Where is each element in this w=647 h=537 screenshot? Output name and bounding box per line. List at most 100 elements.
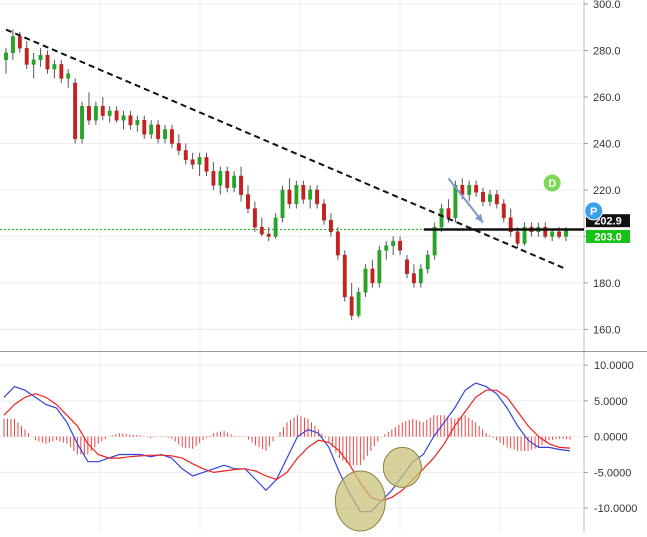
price-tick-label: 160.0 bbox=[593, 324, 621, 336]
candle-body bbox=[301, 185, 306, 200]
candle-body bbox=[398, 240, 403, 251]
candle-body bbox=[411, 273, 416, 284]
candle-body bbox=[280, 189, 285, 219]
candle-body bbox=[259, 226, 264, 235]
candle-body bbox=[266, 233, 271, 237]
candle-body bbox=[10, 36, 15, 54]
candle-body bbox=[45, 54, 50, 70]
candle-body bbox=[550, 231, 555, 237]
candle-body bbox=[322, 203, 326, 221]
candle-body bbox=[169, 129, 174, 144]
macd-y-axis: 10.0000 5.0000 0.0000 -5.0000 -10.0000 bbox=[584, 360, 637, 515]
price-tick-label: 260.0 bbox=[593, 92, 621, 104]
candle-body bbox=[93, 106, 98, 121]
macd-macd-line bbox=[3, 382, 571, 513]
chart-root: 300.0280.0260.0240.0220.0200.0180.0160.0… bbox=[0, 0, 647, 532]
candle-body bbox=[488, 194, 492, 202]
candle-body bbox=[128, 115, 133, 126]
macd-signal-line bbox=[3, 389, 571, 502]
macd-tick-label: -10.0000 bbox=[594, 503, 637, 515]
candle-body bbox=[349, 296, 354, 316]
price-label-text: 203.0 bbox=[594, 231, 622, 243]
chart-svg: 300.0280.0260.0240.0220.0200.0180.0160.0… bbox=[0, 0, 647, 532]
candle-body bbox=[4, 52, 8, 61]
event-marker-label: P bbox=[590, 206, 597, 218]
candle-body bbox=[425, 254, 430, 270]
candle-body bbox=[439, 208, 444, 228]
price-tick-label: 180.0 bbox=[593, 278, 621, 290]
candle-body bbox=[432, 226, 437, 256]
candle-body bbox=[328, 219, 333, 233]
candle-body bbox=[335, 231, 340, 256]
candle-body bbox=[204, 157, 209, 172]
candle-body bbox=[107, 110, 112, 116]
candle-body bbox=[501, 203, 506, 219]
macd-lines bbox=[3, 382, 571, 513]
candle-body bbox=[197, 157, 202, 165]
candle-body bbox=[100, 106, 105, 116]
candle-body bbox=[252, 208, 257, 228]
price-grid bbox=[0, 0, 647, 532]
candle-body bbox=[356, 291, 361, 316]
candle-body bbox=[446, 208, 451, 219]
macd-tick-label: 5.0000 bbox=[594, 396, 628, 408]
candle-body bbox=[474, 185, 479, 193]
candle-body bbox=[142, 119, 147, 135]
candle-body bbox=[66, 73, 71, 79]
candle-body bbox=[377, 250, 382, 284]
price-candles bbox=[4, 29, 568, 321]
candle-body bbox=[31, 59, 36, 65]
candle-body bbox=[190, 159, 195, 165]
candle-body bbox=[73, 82, 78, 140]
candle-body bbox=[494, 194, 499, 205]
candle-body bbox=[391, 240, 396, 246]
candle-body bbox=[149, 124, 154, 135]
candle-body bbox=[342, 254, 347, 298]
candle-body bbox=[59, 64, 64, 79]
candle-body bbox=[80, 106, 84, 140]
candle-body bbox=[114, 110, 119, 121]
event-marker-label: D bbox=[548, 178, 556, 190]
price-tick-label: 220.0 bbox=[593, 185, 621, 197]
price-tick-label: 240.0 bbox=[593, 138, 621, 150]
candle-body bbox=[135, 119, 140, 126]
candle-body bbox=[218, 171, 223, 186]
candle-body bbox=[557, 231, 562, 237]
macd-highlight-ellipse bbox=[334, 470, 386, 532]
candle-body bbox=[467, 185, 472, 195]
candle-body bbox=[405, 259, 409, 274]
candle-body bbox=[121, 115, 126, 121]
candle-body bbox=[183, 150, 188, 160]
candle-body bbox=[481, 192, 485, 202]
price-overlays: DP bbox=[5, 28, 604, 270]
macd-tick-label: 0.0000 bbox=[594, 432, 628, 444]
candle-body bbox=[225, 171, 230, 188]
candle-body bbox=[363, 268, 368, 293]
price-y-axis: 300.0280.0260.0240.0220.0200.0180.0160.0… bbox=[584, 0, 630, 336]
candle-body bbox=[156, 124, 161, 140]
candle-body bbox=[232, 175, 237, 188]
candle-body bbox=[239, 175, 244, 195]
candle-body bbox=[211, 171, 216, 186]
candle-body bbox=[315, 189, 320, 205]
candle-body bbox=[287, 189, 292, 205]
candle-body bbox=[308, 189, 313, 200]
macd-tick-label: -5.0000 bbox=[594, 467, 631, 479]
candle-body bbox=[273, 217, 278, 237]
candle-body bbox=[418, 268, 423, 284]
candle-body bbox=[163, 129, 167, 140]
candle-body bbox=[370, 268, 375, 284]
candle-body bbox=[24, 47, 29, 65]
macd-highlight-ellipse bbox=[382, 446, 422, 488]
candle-body bbox=[176, 143, 181, 151]
candle-body bbox=[246, 194, 250, 209]
price-tick-label: 280.0 bbox=[593, 45, 621, 57]
candle-body bbox=[294, 185, 299, 205]
candle-body bbox=[515, 231, 520, 244]
candle-body bbox=[38, 54, 43, 61]
candle-body bbox=[87, 106, 91, 121]
candle-body bbox=[52, 64, 57, 70]
macd-tick-label: 10.0000 bbox=[594, 360, 634, 372]
candle-body bbox=[17, 36, 22, 49]
candle-body bbox=[384, 245, 389, 251]
